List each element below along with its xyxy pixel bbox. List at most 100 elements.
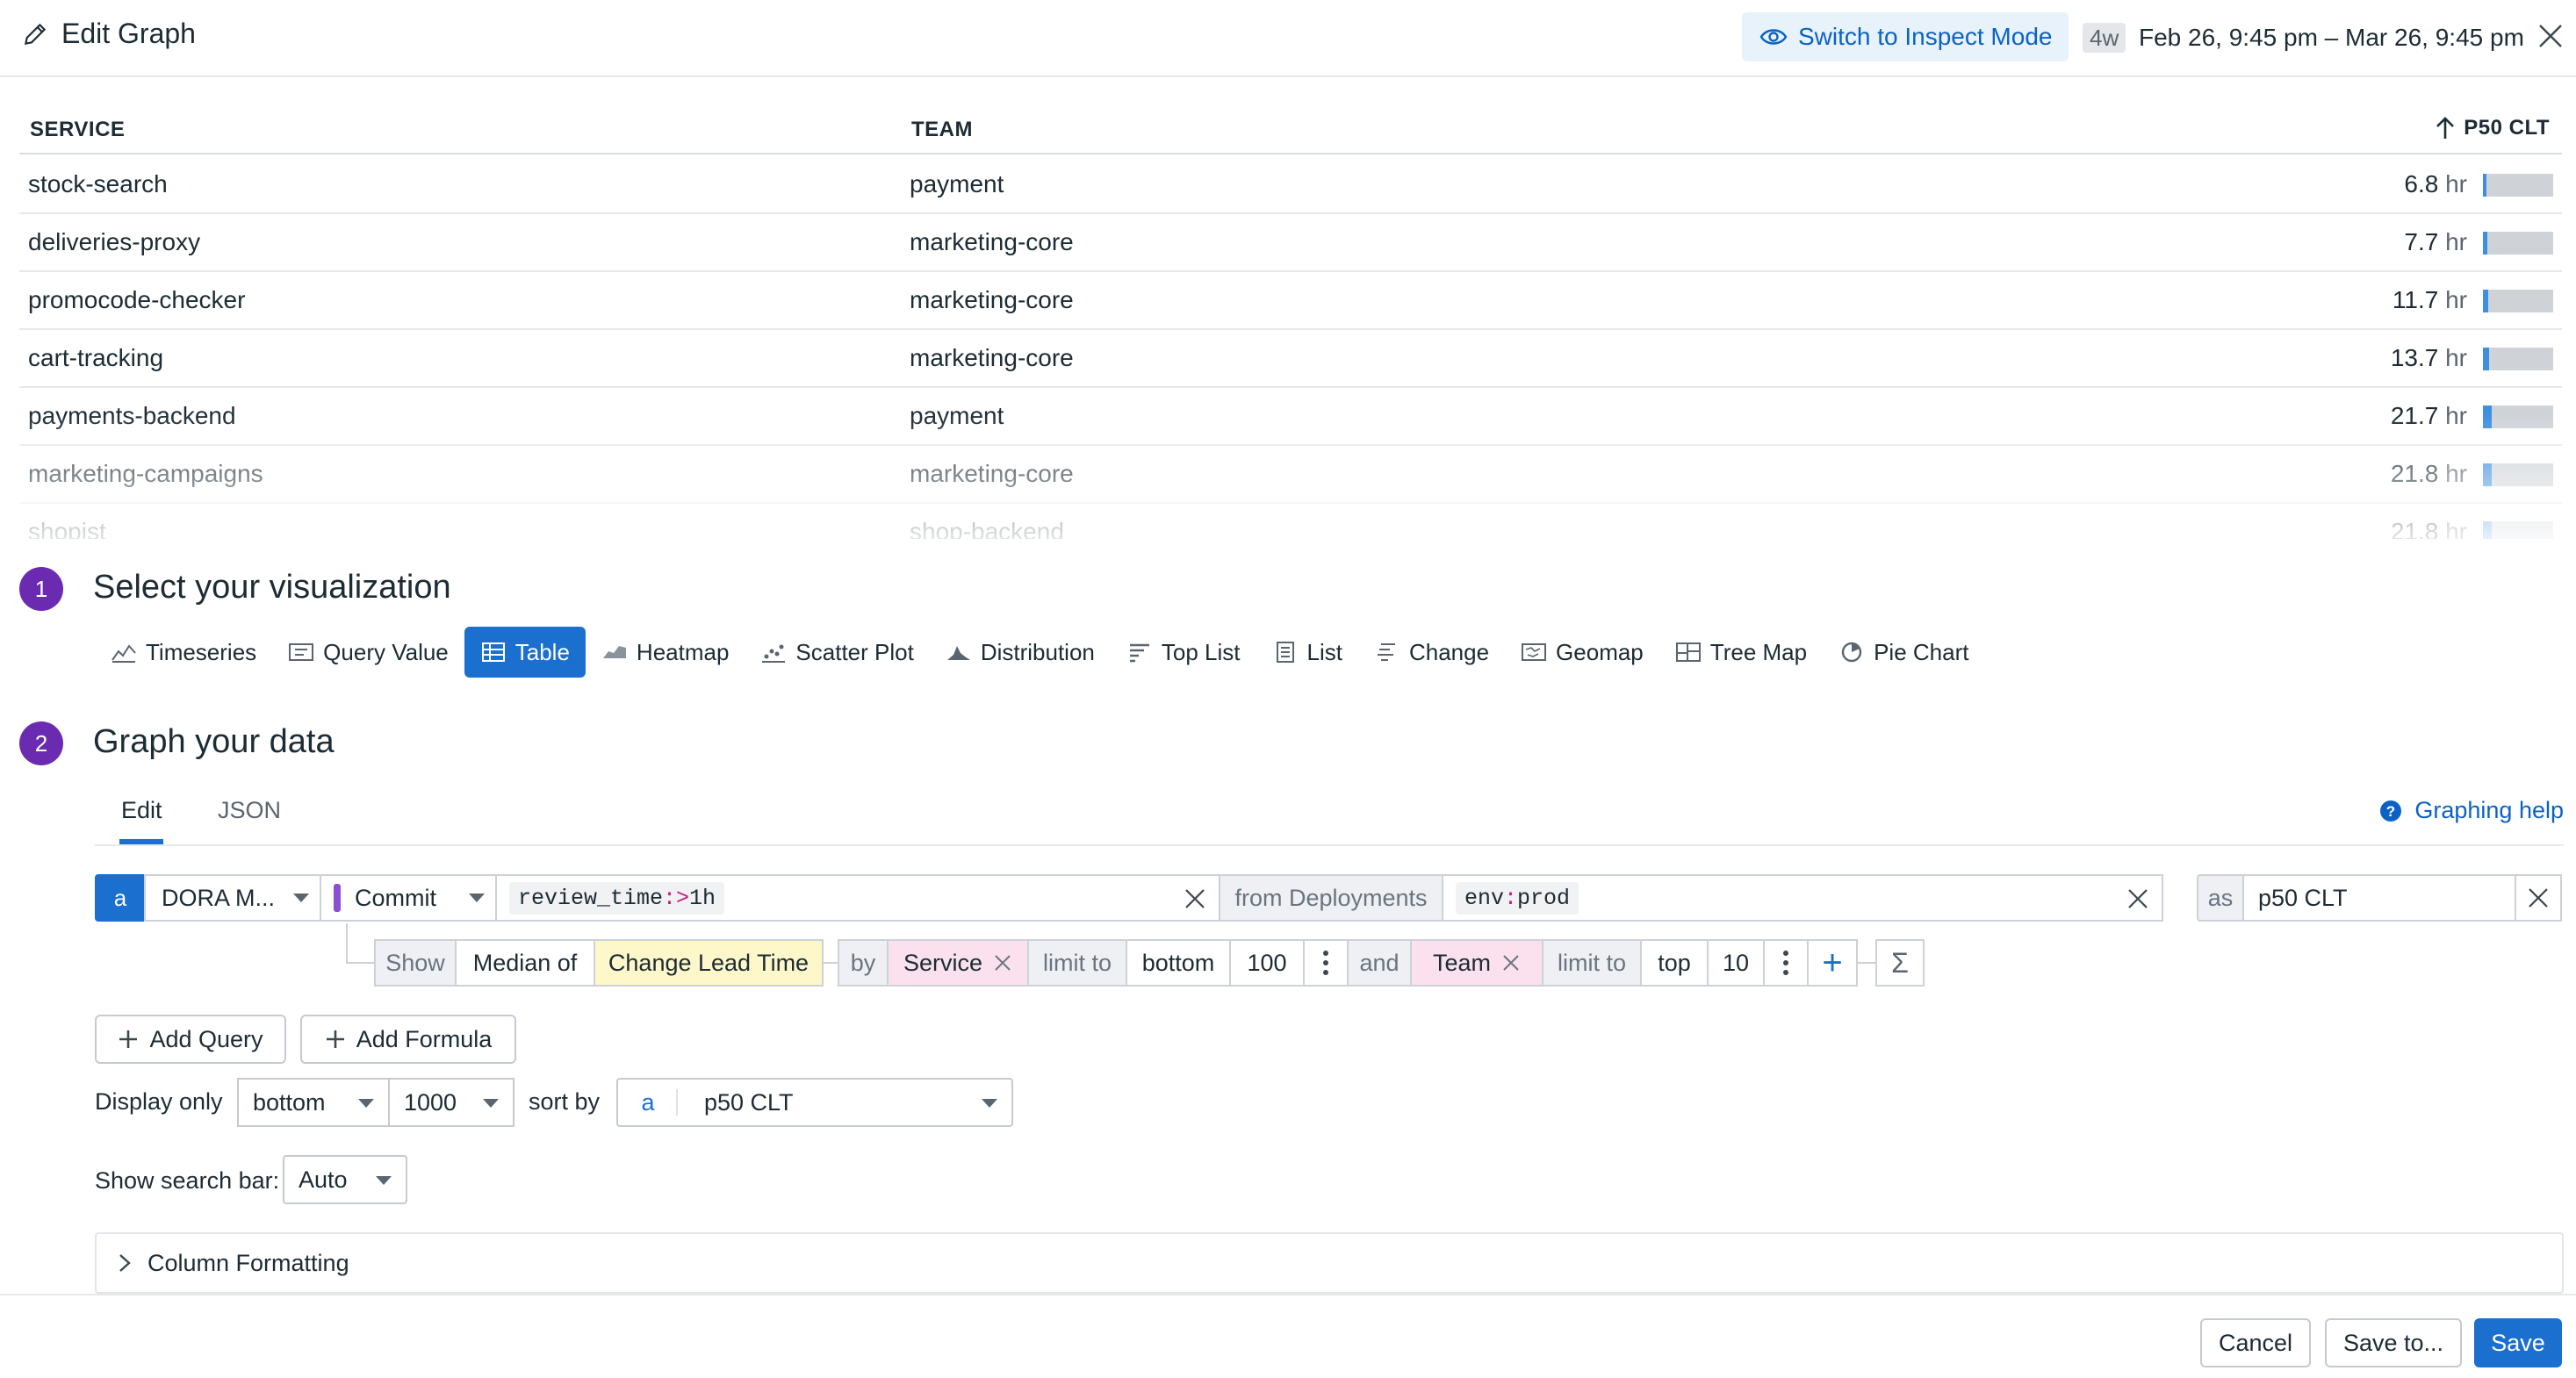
viz-geomap[interactable]: Geomap [1505,627,1659,678]
table-row[interactable]: cart-tracking marketing-core 13.7 hr [19,330,2562,388]
distribution-icon [946,646,970,660]
limit-order-select[interactable]: bottom [1126,939,1231,987]
viz-timeseries[interactable]: Timeseries [95,627,272,678]
column-header-team[interactable]: TEAM [911,118,973,142]
group-by-team-chip[interactable]: Team [1410,939,1543,987]
table-row[interactable]: stock-search payment 6.8 hr [19,156,2562,214]
chevron-right-icon [119,1254,131,1272]
viz-heatmap[interactable]: Heatmap [586,627,745,678]
cell-p50-clt: 21.8 hr [2391,460,2467,488]
chevron-down-icon [293,894,309,902]
viz-distribution[interactable]: Distribution [930,627,1111,678]
measure-select[interactable]: Change Lead Time [594,939,824,987]
save-button[interactable]: Save [2474,1318,2562,1367]
add-query-button[interactable]: Add Query [95,1015,286,1064]
alias-value: p50 CLT [2258,884,2348,911]
value-bar [2483,174,2553,197]
viz-top-list[interactable]: Top List [1111,627,1256,678]
filter-chip[interactable]: review_time:>1h [509,881,725,915]
viz-pie-chart[interactable]: Pie Chart [1823,627,1984,678]
display-count-select[interactable]: 1000 [388,1078,514,1127]
query-connector [346,923,348,964]
search-filter-input[interactable]: review_time:>1h [495,874,1220,922]
graphing-help-link[interactable]: ? Graphing help [2379,797,2564,824]
filter-value: 1h [689,885,716,911]
search-bar-label: Show search bar: [95,1167,280,1194]
cell-service: cart-tracking [28,344,164,371]
remove-team-icon[interactable] [1501,953,1521,972]
viz-query-value[interactable]: Query Value [272,627,464,678]
query-connector [346,962,376,964]
cell-p50-clt: 7.7 hr [2404,228,2467,256]
remove-query-button[interactable] [2515,874,2562,922]
viz-label: List [1306,638,1342,665]
viz-tree-map[interactable]: Tree Map [1659,627,1823,678]
value-bar-fill [2483,174,2486,197]
and-label: and [1347,939,1412,987]
switch-inspect-mode-button[interactable]: Switch to Inspect Mode [1742,12,2069,61]
clear-filter-icon[interactable] [1184,887,1206,910]
table-row[interactable]: deliveries-proxy marketing-core 7.7 hr [19,214,2562,272]
viz-scatter-plot[interactable]: Scatter Plot [745,627,929,678]
group-by-service-chip[interactable]: Service [887,939,1029,987]
viz-label: Table [514,638,570,665]
alias-input[interactable]: p50 CLT [2242,874,2516,922]
cell-unit: hr [2445,402,2467,429]
table-row[interactable]: shopist shop-backend 21.8 hr [19,504,2562,539]
cell-p50-clt: 11.7 hr [2393,286,2467,314]
add-formula-button[interactable]: Add Formula [300,1015,516,1064]
time-range-chip[interactable]: 4w [2083,23,2126,53]
data-source-select[interactable]: DORA M... [144,874,321,922]
close-icon [2529,888,2548,908]
cell-value: 6.8 [2404,170,2439,197]
event-type-value: Commit [355,884,436,911]
query-letter-badge[interactable]: a [95,874,146,922]
limit-to-label: limit to [1027,939,1127,987]
plus-icon [326,1030,344,1048]
column-formatting-section[interactable]: Column Formatting [95,1232,2564,1294]
save-to-button[interactable]: Save to... [2325,1318,2462,1367]
column-header-service[interactable]: SERVICE [30,118,125,142]
cell-p50-clt: 6.8 hr [2404,170,2467,198]
viz-list[interactable]: List [1256,627,1358,678]
table-row[interactable]: promocode-checker marketing-core 11.7 hr [19,272,2562,330]
value-bar-fill [2483,232,2487,255]
viz-label: Tree Map [1709,638,1808,665]
chevron-down-icon [358,1099,374,1108]
sort-by-select[interactable]: a p50 CLT [616,1078,1013,1127]
table-row[interactable]: marketing-campaigns marketing-core 21.8 hr [19,446,2562,504]
heatmap-icon [602,646,626,658]
cell-value: 21.8 [2390,460,2439,487]
cell-service: payments-backend [28,402,236,429]
group-options-button[interactable] [1303,939,1349,987]
add-group-button[interactable]: + [1807,939,1858,987]
limit-count-input[interactable]: 100 [1229,939,1305,987]
tab-edit[interactable]: Edit [121,797,162,824]
cancel-button[interactable]: Cancel [2200,1318,2311,1367]
limit-order-select[interactable]: top [1640,939,1709,987]
viz-change[interactable]: Change [1358,627,1505,678]
table-header: SERVICE TEAM P50 CLT [19,104,2562,154]
column-header-p50[interactable]: P50 CLT [2436,116,2550,140]
geomap-icon [1522,643,1547,661]
time-range-text[interactable]: Feb 26, 9:45 pm – Mar 26, 9:45 pm [2139,23,2524,53]
search-bar-select[interactable]: Auto [283,1155,407,1204]
timeseries-icon [112,644,136,663]
aggregation-select[interactable]: Median of [455,939,595,987]
event-type-select[interactable]: Commit [320,874,497,922]
close-icon[interactable] [2536,21,2565,51]
sigma-function-button[interactable]: Σ [1875,939,1925,987]
search-bar-value: Auto [299,1166,348,1193]
table-preview: SERVICE TEAM P50 CLT stock-search payment… [19,104,2562,539]
clear-env-icon[interactable] [2126,887,2149,910]
table-row[interactable]: payments-backend payment 21.7 hr [19,388,2562,446]
limit-count-input[interactable]: 10 [1707,939,1765,987]
tab-json[interactable]: JSON [218,797,281,824]
display-order-select[interactable]: bottom [237,1078,390,1127]
env-filter-chip[interactable]: env:prod [1456,881,1579,915]
remove-service-icon[interactable] [993,953,1012,972]
env-filter-input[interactable]: env:prod [1442,874,2163,922]
cell-unit: hr [2445,460,2467,487]
viz-table[interactable]: Table [464,627,586,678]
group-options-button[interactable] [1763,939,1809,987]
